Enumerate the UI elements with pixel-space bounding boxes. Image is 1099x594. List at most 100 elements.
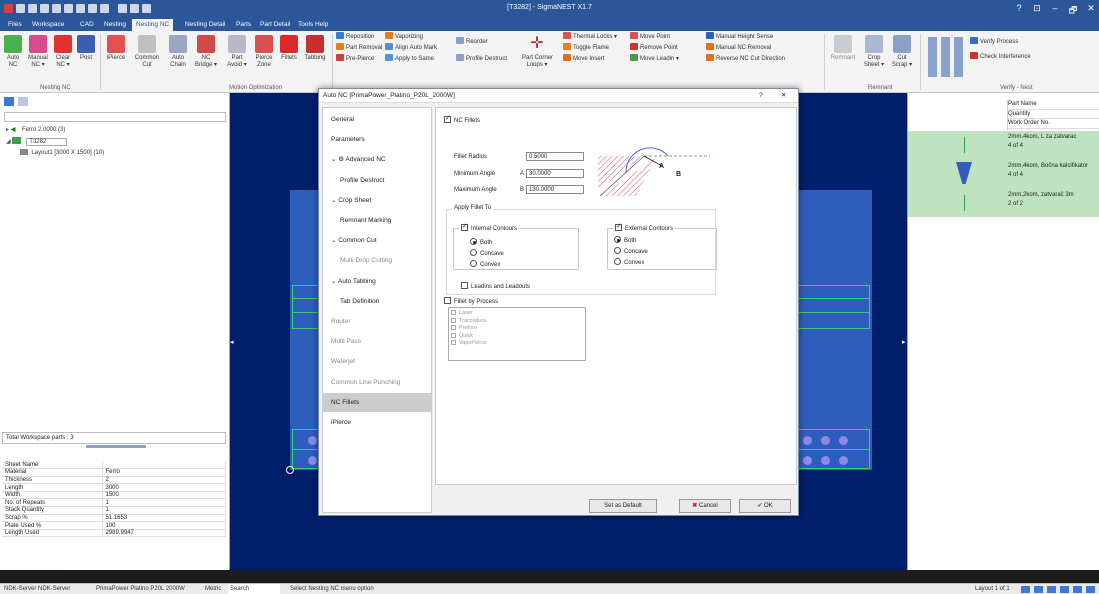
- nav-item[interactable]: Router: [323, 312, 431, 331]
- restore-button[interactable]: 🗗: [1066, 3, 1080, 19]
- layout-nav-buttons[interactable]: [1021, 586, 1095, 593]
- tab-nesting-nc[interactable]: Nesting NC: [132, 19, 174, 31]
- crop-sheet-button[interactable]: Crop Sheet ▾: [862, 35, 886, 69]
- tab-tools-help[interactable]: Tools Help: [294, 19, 332, 31]
- nav-item[interactable]: Common Line Punching: [323, 373, 431, 392]
- reposition-button[interactable]: Reposition: [336, 32, 374, 41]
- tree-item-material[interactable]: ▸ ◀ Ferro 2.0000 (3): [6, 126, 65, 133]
- cancel-button[interactable]: ✖ Cancel: [679, 499, 731, 513]
- part-row[interactable]: 2mm,4kom, Bočna kalcifikator 4 of 4: [908, 160, 1099, 188]
- internal-concave-radio[interactable]: Concave: [470, 249, 504, 257]
- remnant-button[interactable]: Remnant: [830, 35, 856, 62]
- dialog-help-button[interactable]: ?: [759, 89, 763, 103]
- tab-nesting[interactable]: Nesting: [100, 19, 130, 31]
- internal-contours-checkbox[interactable]: Internal Contours: [459, 222, 520, 232]
- check-interference-button[interactable]: Check Interference: [970, 52, 1031, 61]
- manual-nc-removal-button[interactable]: Manual NC Removal: [706, 43, 771, 52]
- nc-bridge-button[interactable]: NC Bridge ▾: [192, 35, 220, 69]
- align-auto-mark-button[interactable]: Align Auto Mark: [385, 43, 437, 52]
- external-concave-radio[interactable]: Concave: [614, 247, 648, 255]
- nav-item[interactable]: Tab Definition: [323, 292, 431, 311]
- list-view-icon[interactable]: [18, 97, 28, 106]
- internal-both-radio[interactable]: Both: [470, 238, 492, 246]
- nav-item[interactable]: ⌄ ⚙ Advanced NC: [323, 150, 431, 169]
- manual-nc-button[interactable]: Manual NC ▾: [26, 35, 50, 69]
- minimize-button[interactable]: –: [1048, 3, 1062, 13]
- tabbing-button[interactable]: Tabbing: [302, 35, 328, 62]
- ribbon-display-button[interactable]: ⊡: [1030, 3, 1044, 14]
- tab-cad[interactable]: CAD: [76, 19, 98, 31]
- verify-process-button[interactable]: Verify Process: [970, 37, 1018, 46]
- nav-item[interactable]: Parameters: [323, 130, 431, 149]
- set-as-default-button[interactable]: Set as Default: [589, 499, 657, 513]
- post-button[interactable]: Post: [76, 35, 96, 62]
- internal-convex-radio[interactable]: Convex: [470, 260, 500, 268]
- nav-item[interactable]: General: [323, 110, 431, 129]
- part-avoid-button[interactable]: Part Avoid ▾: [224, 35, 250, 69]
- scroll-left-arrow[interactable]: ◂: [230, 338, 234, 346]
- move-point-button[interactable]: Move Point: [630, 32, 670, 41]
- vaporizing-button[interactable]: Vaporizing: [385, 32, 423, 41]
- fillets-button[interactable]: Fillets: [278, 35, 300, 62]
- tree-filter-input[interactable]: [4, 112, 226, 122]
- tab-workspace[interactable]: Workspace: [28, 19, 68, 31]
- nav-item[interactable]: Waterjet: [323, 352, 431, 371]
- tree-view-icon[interactable]: [4, 97, 14, 106]
- ok-button[interactable]: ✔ OK: [739, 499, 791, 513]
- fillet-by-process-checkbox[interactable]: Fillet by Process: [444, 297, 498, 305]
- reorder-button[interactable]: Reorder: [456, 37, 488, 46]
- remove-point-button[interactable]: Remove Point: [630, 43, 678, 52]
- nav-item[interactable]: NC Fillets: [323, 392, 431, 412]
- nc-fillets-checkbox[interactable]: NC Fillets: [444, 114, 480, 124]
- nav-item[interactable]: Remnant Marking: [323, 211, 431, 230]
- tab-files[interactable]: Files: [4, 19, 26, 31]
- part-row[interactable]: 2mm,2kom, zatvarač 3m 2 of 2: [908, 189, 1099, 217]
- nav-item[interactable]: Profile Destruct: [323, 171, 431, 190]
- external-contours-checkbox[interactable]: External Contours: [613, 222, 676, 232]
- move-leadin-button[interactable]: Move Leadin ▾: [630, 54, 679, 63]
- thermal-locks-button[interactable]: Thermal Locks ▾: [563, 32, 617, 41]
- manual-height-sense-button[interactable]: Manual Height Sense: [706, 32, 773, 41]
- tree-item-task[interactable]: ◢ T3282: [6, 137, 68, 146]
- part-corner-loops-button[interactable]: ✛ Part Corner Loops ▾: [522, 35, 553, 69]
- process-item[interactable]: Preforo: [451, 325, 583, 333]
- fillet-radius-input[interactable]: 0.5000: [526, 152, 584, 161]
- common-cut-button[interactable]: Common Cut: [132, 35, 162, 69]
- external-both-radio[interactable]: Both: [614, 236, 636, 244]
- process-item[interactable]: VapoPierce: [451, 340, 583, 348]
- move-insert-button[interactable]: Move Insert: [563, 54, 604, 63]
- process-item[interactable]: Laser: [451, 310, 583, 318]
- tab-nesting-detail[interactable]: Nesting Detail: [181, 19, 229, 31]
- status-search-input[interactable]: Search: [228, 584, 280, 594]
- ipierce-button[interactable]: iPierce: [104, 35, 128, 62]
- tree-item-layout[interactable]: Layout1 [3000 X 1500] (10): [20, 149, 104, 156]
- tab-part-detail[interactable]: Part Detail: [256, 19, 294, 31]
- pierce-zone-button[interactable]: Pierce Zone: [252, 35, 276, 69]
- nav-item[interactable]: iPierce: [323, 413, 431, 432]
- part-removal-button[interactable]: Part Removal: [336, 43, 382, 52]
- dialog-close-button[interactable]: ✕: [781, 89, 786, 103]
- nav-item[interactable]: ⌄ Auto Tabbing: [323, 272, 431, 291]
- clear-nc-button[interactable]: Clear NC ▾: [52, 35, 74, 69]
- auto-chain-button[interactable]: Auto Chain: [166, 35, 190, 69]
- process-item[interactable]: Tracciatura: [451, 317, 583, 326]
- help-button[interactable]: ?: [1012, 3, 1026, 13]
- nav-item[interactable]: Multi Pass: [323, 332, 431, 351]
- auto-nc-button[interactable]: Auto NC: [2, 35, 24, 69]
- verify-tools-icon[interactable]: [928, 37, 964, 77]
- external-convex-radio[interactable]: Convex: [614, 258, 644, 266]
- toggle-flame-button[interactable]: Toggle Flame: [563, 43, 609, 52]
- part-row[interactable]: 2mm,4kom, L za zatvarac 4 of 4: [908, 131, 1099, 159]
- max-angle-input[interactable]: 130.0000: [526, 185, 584, 194]
- tab-parts[interactable]: Parts: [232, 19, 255, 31]
- pre-pierce-button[interactable]: Pre-Pierce: [336, 54, 374, 63]
- cut-scrap-button[interactable]: Cut Scrap ▾: [890, 35, 914, 69]
- reverse-nc-cut-direction-button[interactable]: Reverse NC Cut Direction: [706, 54, 785, 63]
- apply-to-same-button[interactable]: Apply to Same: [385, 54, 434, 63]
- process-item[interactable]: Quick: [451, 332, 583, 341]
- scroll-right-arrow[interactable]: ▸: [902, 338, 906, 346]
- nav-item[interactable]: Multi Drop Cutting: [323, 251, 431, 270]
- splitter-handle[interactable]: [86, 445, 146, 448]
- leadins-checkbox[interactable]: Leadins and Leadouts: [461, 282, 530, 290]
- close-button[interactable]: ✕: [1084, 3, 1098, 14]
